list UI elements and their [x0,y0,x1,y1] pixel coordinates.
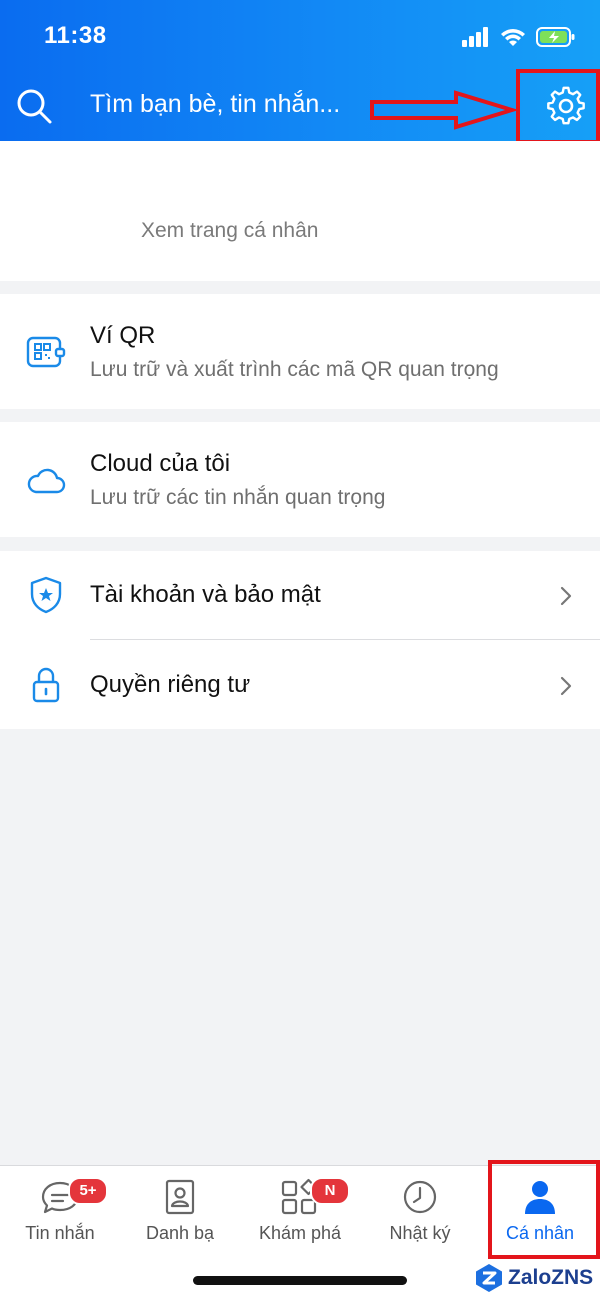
tab-messages-label: Tin nhắn [25,1223,95,1243]
tab-timeline-label: Nhật ký [389,1223,451,1243]
annotation-box-profile-tab [488,1160,600,1259]
qr-wallet-title: Ví QR [90,322,156,349]
search-icon[interactable] [14,86,54,126]
my-cloud-title: Cloud của tôi [90,450,231,477]
status-time: 11:38 [44,22,107,49]
header-bar: 11:38 Tìm bạn bè, tin nhắn... [0,0,600,141]
tab-contacts-label: Danh bạ [145,1223,215,1243]
tab-timeline[interactable]: Nhật ký [360,1166,480,1262]
zalozns-logo-icon [476,1264,502,1292]
discover-badge: N [310,1177,350,1205]
annotation-box-settings [516,69,600,144]
profile-section[interactable]: Xem trang cá nhân [0,141,600,281]
lock-icon [32,667,60,703]
view-profile-link[interactable]: Xem trang cá nhân [141,219,318,243]
messages-badge: 5+ [68,1177,108,1205]
chevron-right-icon [560,586,572,606]
settings-list: Tài khoản và bảo mật Quyền riêng tư [0,551,600,729]
search-input[interactable]: Tìm bạn bè, tin nhắn... [90,90,340,119]
status-icons [462,24,576,50]
qr-wallet-icon [26,336,66,368]
battery-icon [536,27,575,47]
signal-icon [462,27,488,47]
my-cloud-subtitle: Lưu trữ các tin nhắn quan trọng [90,486,386,509]
tab-discover[interactable]: N Khám phá [240,1166,360,1262]
clock-icon [403,1180,437,1214]
my-cloud-item[interactable]: Cloud của tôi Lưu trữ các tin nhắn quan … [0,422,600,537]
privacy-item[interactable]: Quyền riêng tư [0,640,600,729]
contacts-icon [165,1179,195,1215]
tab-messages[interactable]: 5+ Tin nhắn [0,1166,120,1262]
watermark-text: ZaloZNS [508,1266,594,1289]
cloud-icon [27,468,66,494]
chevron-right-icon [560,676,572,696]
watermark: ZaloZNS [474,1261,598,1295]
privacy-label: Quyền riêng tư [90,671,251,698]
qr-wallet-subtitle: Lưu trữ và xuất trình các mã QR quan trọ… [90,358,499,381]
account-security-label: Tài khoản và bảo mật [90,581,321,608]
account-security-item[interactable]: Tài khoản và bảo mật [0,551,600,639]
wifi-icon [501,29,525,46]
qr-wallet-item[interactable]: Ví QR Lưu trữ và xuất trình các mã QR qu… [0,294,600,409]
tab-contacts[interactable]: Danh bạ [120,1166,240,1262]
home-indicator [193,1276,407,1285]
shield-icon [30,576,62,614]
annotation-arrow [370,90,518,130]
tab-discover-label: Khám phá [258,1223,342,1243]
